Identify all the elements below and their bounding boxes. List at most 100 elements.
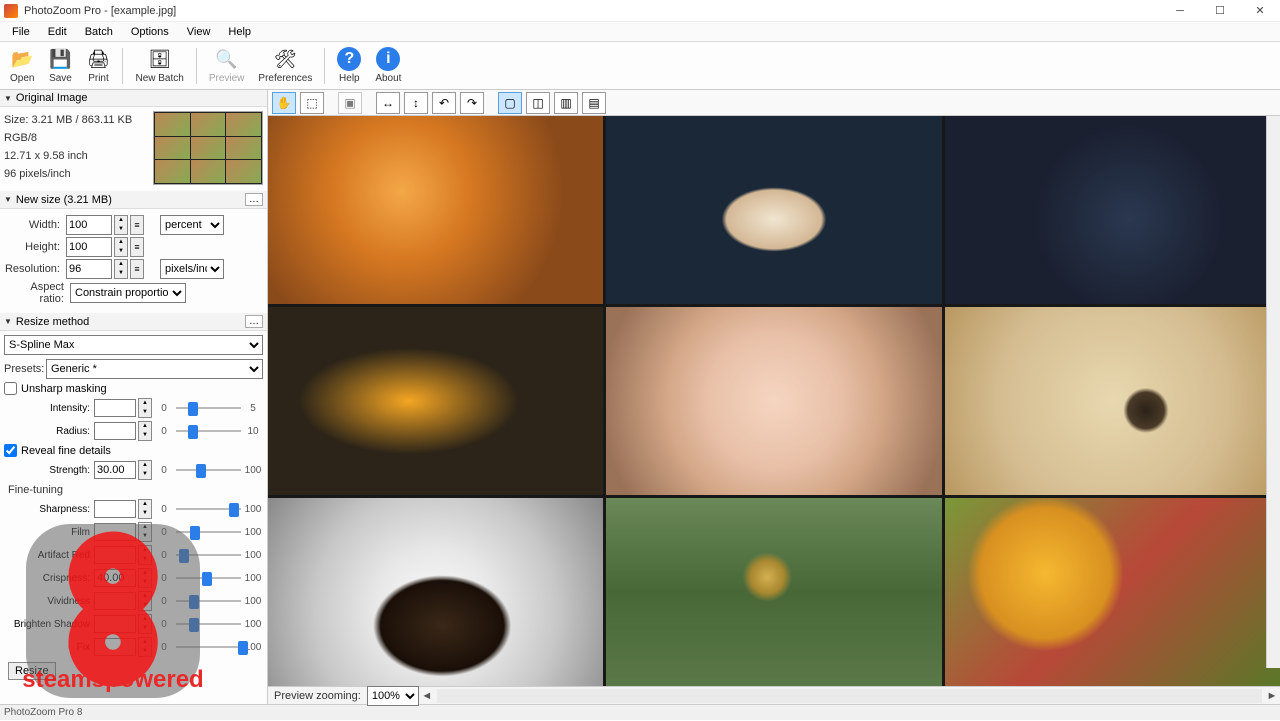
resolution-input[interactable]	[66, 259, 112, 279]
flip-h-button[interactable]: ↔	[376, 92, 400, 114]
marquee-tool-button[interactable]: ⬚	[300, 92, 324, 114]
radius-spinner[interactable]: ▲▼	[138, 421, 152, 441]
menu-view[interactable]: View	[179, 24, 219, 40]
fix-slider[interactable]	[176, 638, 241, 656]
radius-input[interactable]	[94, 422, 136, 440]
film-input[interactable]	[94, 523, 136, 541]
resize-button[interactable]: Resize	[8, 662, 56, 680]
crisp-input[interactable]	[94, 569, 136, 587]
rotate-left-button[interactable]: ↶	[432, 92, 456, 114]
crop-tool-button[interactable]: ▣	[338, 92, 362, 114]
scroll-left-button[interactable]: ◄	[419, 690, 435, 702]
strength-spinner[interactable]: ▲▼	[138, 460, 152, 480]
height-label: Height:	[4, 241, 64, 253]
preview-area[interactable]	[268, 116, 1280, 686]
height-spinner[interactable]: ▲▼	[114, 237, 128, 257]
vertical-scrollbar[interactable]	[1266, 116, 1280, 668]
brighten-spinner[interactable]: ▲▼	[138, 614, 152, 634]
new-batch-button[interactable]: 🗄New Batch	[129, 45, 189, 86]
intensity-input[interactable]	[94, 399, 136, 417]
save-button[interactable]: 💾Save	[42, 45, 78, 86]
menu-file[interactable]: File	[4, 24, 38, 40]
vivid-spinner[interactable]: ▲▼	[138, 591, 152, 611]
close-button[interactable]: ✕	[1240, 0, 1280, 22]
reveal-checkbox[interactable]	[4, 444, 17, 457]
strength-input[interactable]	[94, 461, 136, 479]
radius-label: Radius:	[4, 426, 92, 437]
unsharp-checkbox[interactable]	[4, 382, 17, 395]
intensity-slider[interactable]	[176, 399, 241, 417]
crisp-spinner[interactable]: ▲▼	[138, 568, 152, 588]
vivid-slider[interactable]	[176, 592, 241, 610]
brighten-input[interactable]	[94, 615, 136, 633]
preview-tile	[268, 498, 603, 686]
menu-help[interactable]: Help	[220, 24, 259, 40]
fix-input[interactable]	[94, 638, 136, 656]
aspect-label: Aspect ratio:	[4, 281, 68, 305]
width-spinner[interactable]: ▲▼	[114, 215, 128, 235]
artifact-slider[interactable]	[176, 546, 241, 564]
print-button[interactable]: 🖨Print	[80, 45, 116, 86]
view-stacked-button[interactable]: ▤	[582, 92, 606, 114]
maximize-button[interactable]: ☐	[1200, 0, 1240, 22]
view-toolbar: ✋ ⬚ ▣ ↔ ↕ ↶ ↷ ▢ ◫ ▥ ▤	[268, 90, 1280, 116]
resolution-link-button[interactable]: ≡	[130, 259, 144, 279]
new-size-header[interactable]: ▼ New size (3.21 MB) …	[0, 191, 267, 209]
size-unit-select[interactable]: percent	[160, 215, 224, 235]
open-button[interactable]: 📂Open	[4, 45, 40, 86]
more-icon[interactable]: …	[245, 315, 263, 328]
menu-options[interactable]: Options	[123, 24, 177, 40]
film-slider[interactable]	[176, 523, 241, 541]
original-image-header[interactable]: ▼ Original Image	[0, 90, 267, 107]
horizontal-scrollbar[interactable]	[437, 689, 1262, 703]
sharp-input[interactable]	[94, 500, 136, 518]
vivid-input[interactable]	[94, 592, 136, 610]
fix-spinner[interactable]: ▲▼	[138, 637, 152, 657]
height-link-button[interactable]: ≡	[130, 237, 144, 257]
sharp-slider[interactable]	[176, 500, 241, 518]
intensity-spinner[interactable]: ▲▼	[138, 398, 152, 418]
preferences-button[interactable]: 🛠Preferences	[252, 45, 318, 86]
sharp-spinner[interactable]: ▲▼	[138, 499, 152, 519]
resize-method-select[interactable]: S-Spline Max	[4, 335, 263, 355]
radius-slider[interactable]	[176, 422, 241, 440]
original-dims: 12.71 x 9.58 inch	[4, 147, 147, 165]
width-link-button[interactable]: ≡	[130, 215, 144, 235]
presets-select[interactable]: Generic *	[46, 359, 263, 379]
preview-button[interactable]: 🔍Preview	[203, 45, 251, 86]
crisp-slider[interactable]	[176, 569, 241, 587]
rotate-right-button[interactable]: ↷	[460, 92, 484, 114]
help-button[interactable]: ?Help	[331, 45, 367, 86]
scroll-right-button[interactable]: ►	[1264, 690, 1280, 702]
more-icon[interactable]: …	[245, 193, 263, 206]
height-input[interactable]	[66, 237, 112, 257]
menu-batch[interactable]: Batch	[77, 24, 121, 40]
about-button[interactable]: iAbout	[369, 45, 407, 86]
minimize-button[interactable]: ─	[1160, 0, 1200, 22]
menu-edit[interactable]: Edit	[40, 24, 75, 40]
brighten-slider[interactable]	[176, 615, 241, 633]
new-size-label: New size (3.21 MB)	[16, 194, 112, 206]
collapse-icon: ▼	[4, 317, 12, 326]
original-thumbnail[interactable]	[153, 111, 263, 185]
help-icon: ?	[337, 47, 361, 71]
artifact-spinner[interactable]: ▲▼	[138, 545, 152, 565]
resolution-spinner[interactable]: ▲▼	[114, 259, 128, 279]
flip-v-button[interactable]: ↕	[404, 92, 428, 114]
zoom-select[interactable]: 100%	[367, 686, 419, 706]
strength-slider[interactable]	[176, 461, 241, 479]
hand-tool-button[interactable]: ✋	[272, 92, 296, 114]
aspect-ratio-select[interactable]: Constrain proportions	[70, 283, 186, 303]
preview-zoom-bar: Preview zooming: 100% ◄ ►	[268, 686, 1280, 704]
view-single-button[interactable]: ▢	[498, 92, 522, 114]
resize-method-header[interactable]: ▼ Resize method …	[0, 313, 267, 331]
view-split-button[interactable]: ◫	[526, 92, 550, 114]
resolution-label: Resolution:	[4, 263, 64, 275]
film-spinner[interactable]: ▲▼	[138, 522, 152, 542]
artifact-input[interactable]	[94, 546, 136, 564]
print-icon: 🖨	[86, 47, 110, 71]
view-sidebyside-button[interactable]: ▥	[554, 92, 578, 114]
resolution-unit-select[interactable]: pixels/inch	[160, 259, 224, 279]
width-input[interactable]	[66, 215, 112, 235]
preview-tile	[945, 116, 1280, 304]
